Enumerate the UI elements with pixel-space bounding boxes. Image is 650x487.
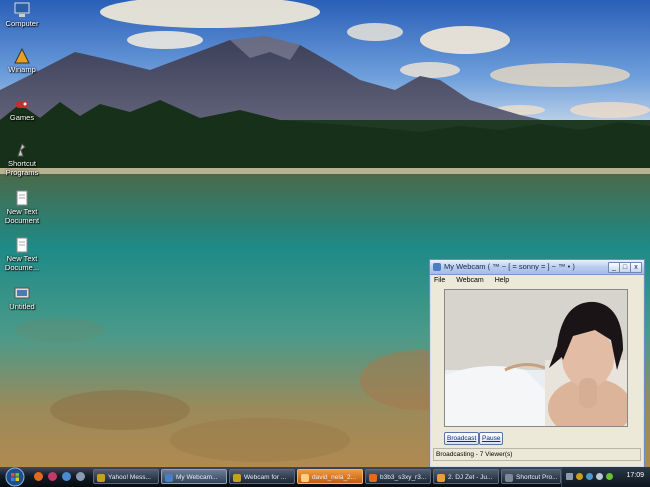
task-my-webcam[interactable]: My Webcam...	[161, 469, 227, 484]
taskbar: Yahoo! Mess... My Webcam... Webcam for .…	[0, 467, 650, 487]
desktop-icon-label: Winamp	[8, 65, 36, 74]
desktop: Computer Winamp Games Shortcut Programs …	[0, 0, 650, 467]
start-button[interactable]	[2, 467, 28, 487]
system-tray: 17:09	[561, 467, 650, 487]
webcam-icon	[233, 474, 241, 482]
desktop-icon-winamp[interactable]: Winamp	[0, 48, 44, 74]
quicklaunch-media-icon[interactable]	[48, 472, 57, 481]
menu-help[interactable]: Help	[495, 277, 509, 284]
menu-bar: File Webcam Help	[430, 275, 644, 287]
webcam-image	[445, 290, 627, 426]
chat-icon	[369, 474, 377, 482]
tray-chevron-icon[interactable]	[566, 473, 573, 480]
task-label: david_nela_2...	[312, 474, 357, 481]
clock[interactable]: 17:09	[626, 472, 644, 479]
games-icon	[16, 101, 28, 108]
status-bar: Broadcasting - 7 Viewer(s)	[433, 448, 641, 461]
quicklaunch-browser-icon[interactable]	[62, 472, 71, 481]
task-yahoo-messenger[interactable]: Yahoo! Mess...	[93, 469, 159, 484]
tray-power-icon[interactable]	[606, 473, 613, 480]
tray-network-icon[interactable]	[586, 473, 593, 480]
tray-volume-icon[interactable]	[596, 473, 603, 480]
task-label: Yahoo! Mess...	[108, 474, 151, 481]
task-shortcut-programs[interactable]: Shortcut Pro...	[501, 469, 561, 484]
pause-button[interactable]: Pause	[479, 432, 504, 445]
desktop-icon-games[interactable]: Games	[0, 96, 44, 122]
webcam-app-icon	[433, 263, 441, 271]
close-button[interactable]: x	[630, 262, 642, 273]
task-webcam-for[interactable]: Webcam for ...	[229, 469, 295, 484]
desktop-icon-label: Shortcut Programs	[5, 159, 39, 177]
yahoo-messenger-icon	[97, 474, 105, 482]
webcam-titlebar[interactable]: My Webcam ( ™ ~ [ = sonny = ] ~ ™ • ) _ …	[430, 260, 644, 275]
webcam-icon	[165, 474, 173, 482]
winamp-icon	[14, 48, 30, 64]
winamp-icon	[437, 474, 445, 482]
quicklaunch-firefox-icon[interactable]	[34, 472, 43, 481]
desktop-icon-label: New Text Docume...	[4, 254, 40, 272]
task-david-nela[interactable]: david_nela_2...	[297, 469, 363, 484]
task-dj-zet[interactable]: 2. DJ Zet - Ju...	[433, 469, 499, 484]
window-title: My Webcam ( ™ ~ [ = sonny = ] ~ ™ • )	[444, 262, 575, 271]
task-label: Shortcut Pro...	[516, 474, 558, 481]
task-label: Webcam for ...	[244, 474, 287, 481]
shortcut-icon	[17, 143, 26, 157]
task-b3b3[interactable]: b3b3_s3xy_r3...	[365, 469, 431, 484]
folder-icon	[505, 474, 513, 482]
text-document-icon	[16, 237, 28, 253]
desktop-icon-label: Computer	[5, 19, 39, 28]
untitled-icon	[14, 287, 30, 299]
task-label: 2. DJ Zet - Ju...	[448, 474, 493, 481]
menu-file[interactable]: File	[434, 277, 445, 284]
webcam-window[interactable]: My Webcam ( ™ ~ [ = sonny = ] ~ ™ • ) _ …	[429, 259, 645, 467]
desktop-icon-new-text-document-2[interactable]: New Text Docume...	[0, 237, 44, 272]
desktop-icon-label: New Text Document	[4, 207, 40, 225]
desktop-icon-untitled[interactable]: Untitled	[0, 285, 44, 311]
text-document-icon	[16, 190, 28, 206]
desktop-icon-label: Games	[9, 113, 35, 122]
task-label: b3b3_s3xy_r3...	[380, 474, 427, 481]
desktop-icon-label: Untitled	[9, 302, 35, 311]
quicklaunch-desktop-icon[interactable]	[76, 472, 85, 481]
broadcast-button[interactable]: Broadcast	[444, 432, 480, 445]
computer-icon	[14, 2, 30, 17]
desktop-icon-new-text-document[interactable]: New Text Document	[0, 190, 44, 225]
tray-messenger-icon[interactable]	[576, 473, 583, 480]
task-label: My Webcam...	[176, 474, 218, 481]
chat-icon	[301, 474, 309, 482]
desktop-icon-shortcut-programs[interactable]: Shortcut Programs	[0, 142, 44, 177]
webcam-video-view	[444, 289, 628, 427]
menu-webcam[interactable]: Webcam	[456, 277, 484, 284]
desktop-icon-computer[interactable]: Computer	[0, 2, 44, 28]
